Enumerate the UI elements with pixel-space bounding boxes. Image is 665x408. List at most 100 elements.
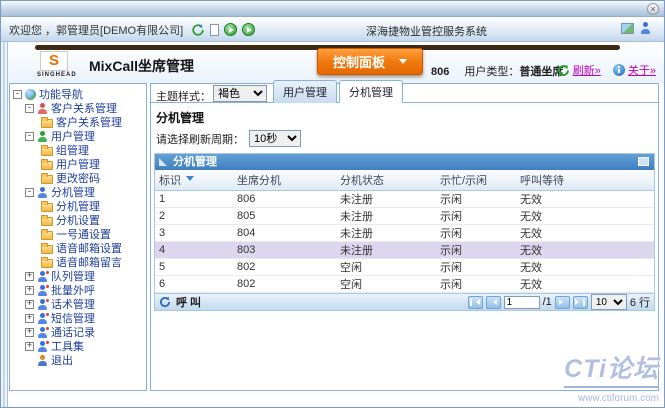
next-page-button[interactable] xyxy=(555,296,570,309)
theme-style-select[interactable]: 褐色 xyxy=(213,85,267,102)
sort-desc-icon[interactable] xyxy=(186,176,194,185)
prev-page-button[interactable] xyxy=(486,296,501,309)
expand-icon[interactable]: + xyxy=(25,342,34,351)
cell-status: 未注册 xyxy=(336,208,436,225)
user-plus-icon xyxy=(37,285,48,296)
table-row[interactable]: 3804未注册示闲无效 xyxy=(155,225,654,242)
tab-inactive[interactable]: 用户管理 xyxy=(273,80,337,103)
logo-mark: S xyxy=(40,51,68,71)
table-row[interactable]: 2805未注册示闲无效 xyxy=(155,208,654,225)
last-page-button[interactable] xyxy=(573,296,588,309)
sidebar-item[interactable]: 组管理 xyxy=(10,143,146,157)
table-row[interactable]: 4803未注册示闲无效 xyxy=(155,242,654,259)
tab-bar: 用户管理分机管理 xyxy=(273,80,405,103)
sidebar-item[interactable]: 语音邮箱设置 xyxy=(10,241,146,255)
sidebar-item[interactable]: 用户管理 xyxy=(10,157,146,171)
collapse-icon[interactable]: - xyxy=(25,132,34,141)
sidebar-item[interactable]: -客户关系管理 xyxy=(10,101,146,115)
singhead-logo: S SINGHEAD xyxy=(37,51,71,78)
sidebar-item[interactable]: 一号通设置 xyxy=(10,227,146,241)
sidebar-item[interactable]: -用户管理 xyxy=(10,129,146,143)
image-icon[interactable] xyxy=(621,23,634,34)
toolbar-right-icons xyxy=(621,22,654,34)
call-button[interactable]: 呼 叫 xyxy=(159,294,201,310)
new-page-icon[interactable] xyxy=(210,24,219,36)
sidebar-item[interactable]: +话术管理 xyxy=(10,297,146,311)
go-forward-icon[interactable] xyxy=(242,23,255,36)
sidebar-item[interactable]: +工具集 xyxy=(10,339,146,353)
folder-icon xyxy=(41,175,53,184)
application-window: × 欢迎您 ，郭管理员[DEMO有限公司] 深海捷物业管控服务系统 S SING… xyxy=(0,0,665,408)
cell-status: 未注册 xyxy=(336,242,436,259)
sidebar-item[interactable]: 客户关系管理 xyxy=(10,115,146,129)
cell-call-wait: 无效 xyxy=(516,259,654,276)
column-header[interactable]: 分机状态 xyxy=(336,170,436,191)
refresh-blue-icon[interactable] xyxy=(159,296,171,308)
expand-icon[interactable]: + xyxy=(25,314,34,323)
window-left-edge xyxy=(1,42,8,407)
sidebar-item[interactable]: 语音邮箱留言 xyxy=(10,255,146,269)
column-header[interactable]: 呼叫等待 xyxy=(516,170,654,191)
panel-minimize-icon[interactable] xyxy=(638,157,649,166)
sidebar-item[interactable]: -功能导航 xyxy=(10,87,146,101)
sidebar-item[interactable]: 退出 xyxy=(10,353,146,367)
sidebar-item-label: 退出 xyxy=(51,352,73,368)
table-row[interactable]: 5802空闲示闲无效 xyxy=(155,259,654,276)
close-icon[interactable]: × xyxy=(647,3,659,15)
refresh-page-icon[interactable] xyxy=(191,23,205,37)
user-status-icon[interactable] xyxy=(640,22,651,34)
user-plus-icon xyxy=(37,341,48,352)
sidebar-item[interactable]: +短信管理 xyxy=(10,311,146,325)
sidebar-item[interactable]: 分机设置 xyxy=(10,213,146,227)
folder-icon xyxy=(41,203,53,212)
column-header[interactable]: 坐席分机 xyxy=(233,170,336,191)
nav-tree: -功能导航-客户关系管理客户关系管理-用户管理组管理用户管理更改密码-分机管理分… xyxy=(10,87,146,367)
call-button-label: 呼 叫 xyxy=(176,294,201,310)
column-header[interactable]: 标识 xyxy=(155,170,233,191)
sidebar-item[interactable]: 更改密码 xyxy=(10,171,146,185)
folder-icon xyxy=(41,245,53,254)
sidebar-item[interactable]: +通话记录 xyxy=(10,325,146,339)
theme-style-label: 主题样式： xyxy=(156,88,211,104)
table-row[interactable]: 6802空闲示闲无效 xyxy=(155,276,654,293)
cell-extension: 802 xyxy=(233,276,336,293)
sidebar-item[interactable]: +批量外呼 xyxy=(10,283,146,297)
control-panel-button[interactable]: 控制面板 xyxy=(317,48,423,75)
collapse-icon[interactable]: - xyxy=(25,104,34,113)
folder-icon xyxy=(41,259,53,268)
control-panel-label: 控制面板 xyxy=(333,52,385,71)
sidebar-item[interactable]: -分机管理 xyxy=(10,185,146,199)
first-page-button[interactable] xyxy=(468,296,483,309)
about-link[interactable]: 关于» xyxy=(628,62,656,78)
cell-busy-idle: 示闲 xyxy=(436,191,516,208)
folder-icon xyxy=(41,161,53,170)
rows-count-label: 6 行 xyxy=(630,294,650,310)
expand-icon[interactable]: + xyxy=(25,272,34,281)
collapse-icon[interactable]: - xyxy=(25,188,34,197)
user-red-icon xyxy=(37,103,48,114)
expand-icon[interactable]: + xyxy=(25,286,34,295)
cell-extension: 804 xyxy=(233,225,336,242)
go-back-icon[interactable] xyxy=(224,23,237,36)
column-header[interactable]: 示忙/示闲 xyxy=(436,170,516,191)
expand-icon[interactable]: + xyxy=(25,300,34,309)
page-number-input[interactable] xyxy=(504,296,540,309)
sidebar-item[interactable]: 分机管理 xyxy=(10,199,146,213)
cell-extension: 805 xyxy=(233,208,336,225)
collapse-icon[interactable]: - xyxy=(13,90,22,99)
refresh-period-label: 请选择刷新周期： xyxy=(156,131,244,147)
cell-id: 6 xyxy=(155,276,233,293)
cell-id: 1 xyxy=(155,191,233,208)
refresh-period-select[interactable]: 10秒 xyxy=(249,130,301,147)
refresh-link[interactable]: 刷新» xyxy=(573,62,601,78)
expand-icon[interactable]: + xyxy=(25,328,34,337)
user-plus-icon xyxy=(37,271,48,282)
chevron-down-icon xyxy=(399,59,407,68)
tab-active[interactable]: 分机管理 xyxy=(339,80,403,103)
folder-icon xyxy=(41,147,53,156)
page-size-select[interactable]: 10 xyxy=(591,294,627,310)
table-row[interactable]: 1806未注册示闲无效 xyxy=(155,191,654,208)
section-title: 分机管理 xyxy=(156,109,658,126)
sidebar-item[interactable]: +队列管理 xyxy=(10,269,146,283)
cell-status: 未注册 xyxy=(336,191,436,208)
